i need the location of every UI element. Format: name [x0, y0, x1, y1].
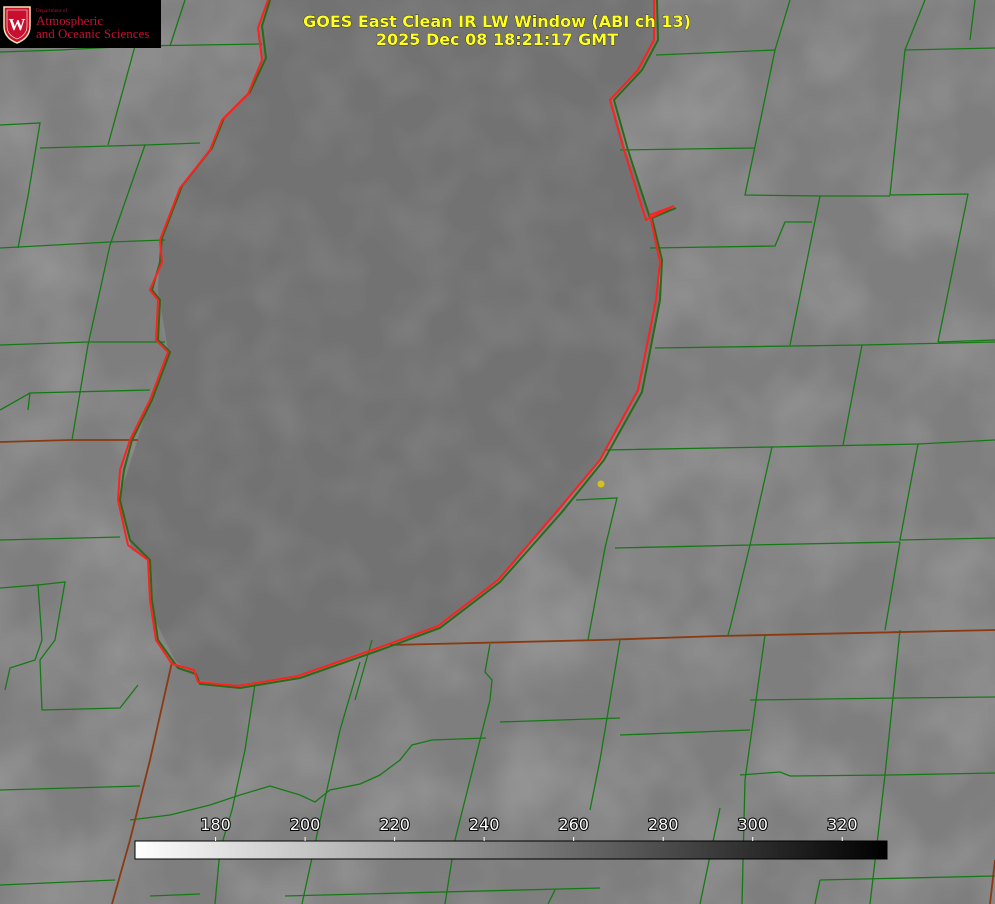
logo-line2: and Oceanic Sciences [36, 25, 150, 41]
colorbar-tick-label: 280 [648, 815, 679, 834]
location-dot-icon [597, 480, 605, 488]
logo-text: Department of Atmospheric and Oceanic Sc… [36, 9, 149, 40]
colorbar-tick-label: 180 [200, 815, 231, 834]
colorbar-tick-label: 260 [558, 815, 589, 834]
image-title-line2: 2025 Dec 08 18:21:17 GMT [376, 30, 618, 49]
colorbar-tick-label: 240 [469, 815, 500, 834]
satellite-map: GOES East Clean IR LW Window (ABI ch 13)… [0, 0, 995, 904]
svg-text:W: W [9, 15, 26, 34]
colorbar-tick-label: 220 [379, 815, 410, 834]
colorbar-gradient [134, 840, 888, 860]
logo: W Department of Atmospheric and Oceanic … [0, 0, 161, 48]
colorbar-tick-label: 300 [737, 815, 768, 834]
image-title-line1: GOES East Clean IR LW Window (ABI ch 13) [303, 12, 691, 31]
colorbar-tick-label: 320 [827, 815, 858, 834]
university-seal-icon: W [3, 6, 31, 44]
colorbar-tick-label: 200 [290, 815, 321, 834]
logo-line1: Atmospheric [36, 12, 104, 28]
